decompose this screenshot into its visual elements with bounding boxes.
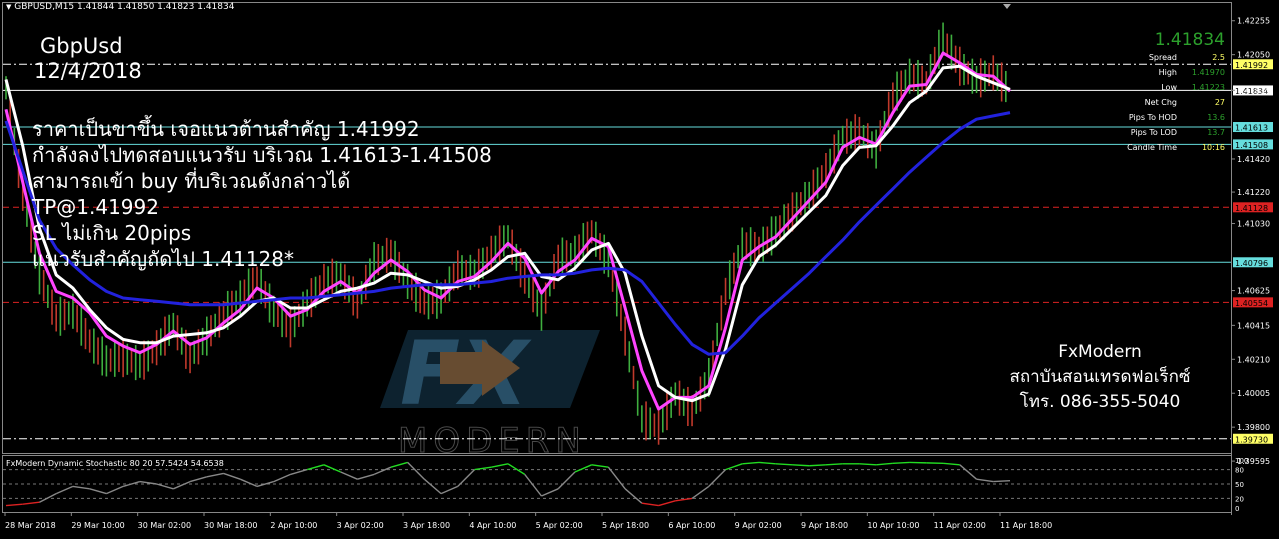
- brand-tagline: สถาบันสอนเทรดฟอเร็กซ์: [1009, 367, 1191, 387]
- x-tick-label: 5 Apr 02:00: [536, 521, 583, 530]
- brand-phone: โทร. 086-355-5040: [1019, 392, 1181, 412]
- level-price-label: 1.39730: [1235, 435, 1268, 444]
- symbol-line: GBPUSD,M15 1.41844 1.41850 1.41823 1.418…: [14, 2, 235, 12]
- watermark-sub-text: MODERN: [398, 421, 587, 461]
- level-price-label: 1.41992: [1235, 61, 1268, 70]
- y-tick-label: 1.40415: [1237, 321, 1270, 330]
- fxmodern-watermark-logo: FX MODERN: [380, 322, 600, 462]
- stochastic-segment: [859, 463, 877, 466]
- analysis-line: SL ไม่เกิน 20pips: [32, 221, 192, 245]
- x-tick-label: 3 Apr 02:00: [337, 521, 384, 530]
- indicator-level-label: 50: [1235, 481, 1244, 489]
- y-tick-label: 1.40210: [1237, 355, 1270, 364]
- info-row-value: 27: [1214, 98, 1225, 107]
- y-tick-label: 1.42255: [1237, 17, 1270, 26]
- x-tick-label: 11 Apr 18:00: [1000, 521, 1052, 530]
- y-tick-label: 1.41220: [1237, 188, 1270, 197]
- y-tick-label: 1.41835: [1237, 86, 1270, 95]
- x-tick-label: 30 Mar 02:00: [138, 521, 191, 530]
- y-tick-label: 1.40625: [1237, 287, 1270, 296]
- stochastic-segment: [892, 461, 910, 465]
- info-row-label: High: [1158, 68, 1177, 77]
- x-tick-label: 10 Apr 10:00: [867, 521, 919, 530]
- stochastic-segment: [993, 479, 1011, 483]
- indicator-level-label: 80: [1235, 467, 1244, 475]
- info-row-label: Pips To HOD: [1128, 113, 1177, 122]
- info-row-label: Net Chg: [1144, 98, 1177, 107]
- info-row-label: Spread: [1148, 53, 1177, 62]
- y-tick-label: 1.40005: [1237, 389, 1270, 398]
- stochastic-segment: [775, 463, 793, 466]
- stochastic-segment: [809, 464, 826, 467]
- date-title: 12/4/2018: [34, 59, 142, 83]
- analysis-line: แนวรับสำคัญถัดไป 1.41128*: [32, 247, 295, 271]
- info-row-label: Pips To LOD: [1130, 128, 1177, 137]
- x-tick-label: 9 Apr 02:00: [735, 521, 782, 530]
- analysis-line: TP@1.41992: [32, 195, 159, 219]
- x-tick-label: 2 Apr 10:00: [270, 521, 317, 530]
- info-row-value: 10:16: [1201, 143, 1225, 152]
- stochastic-segment: [792, 464, 810, 467]
- level-price-label: 1.40796: [1235, 259, 1268, 268]
- y-tick-label: 1.41420: [1237, 155, 1270, 164]
- analysis-line: กำลังลงไปทดสอบแนวรับ บริเวณ 1.41613-1.41…: [32, 143, 492, 167]
- stochastic-segment: [825, 463, 843, 466]
- info-row-value: 13.6: [1207, 113, 1225, 122]
- info-row: Net Chg 27: [1090, 95, 1225, 110]
- info-row: Candle Time 10:16: [1090, 140, 1225, 155]
- info-row: High 1.41970: [1090, 65, 1225, 80]
- info-panel: 1.41834 Spread 2.5 High 1.41970 Low 1.41223 Ne…: [1090, 30, 1225, 155]
- symbol-header: ▼ GBPUSD,M15 1.41844 1.41850 1.41823 1.4…: [6, 2, 234, 12]
- info-row-value: 13.7: [1207, 128, 1225, 137]
- x-tick-label: 6 Apr 10:00: [668, 521, 715, 530]
- analysis-line: ราคาเป็นขาขึ้น เจอแนวต้านสำคัญ 1.41992: [32, 117, 420, 141]
- level-price-label: 1.41128: [1235, 204, 1268, 213]
- level-price-label: 1.41613: [1235, 124, 1268, 133]
- info-row-label: Candle Time: [1127, 143, 1177, 152]
- brand-block: FxModern สถาบันสอนเทรดฟอเร็กซ์ โทร. 086-…: [960, 340, 1240, 415]
- x-tick-label: 5 Apr 18:00: [602, 521, 649, 530]
- y-tick-label: 1.41030: [1237, 220, 1270, 229]
- x-tick-label: 4 Apr 10:00: [469, 521, 516, 530]
- info-row: Spread 2.5: [1090, 50, 1225, 65]
- indicator-label: FxModern Dynamic Stochastic 80 20 57.542…: [6, 459, 224, 468]
- level-price-label: 1.40554: [1235, 299, 1268, 308]
- current-price: 1.41834: [1154, 30, 1225, 50]
- title-block: GbpUsd 12/4/2018: [34, 34, 142, 84]
- indicator-level-label: 0: [1235, 505, 1239, 513]
- chart-menu-icon[interactable]: ▼: [6, 3, 11, 11]
- info-row-value: 1.41970: [1191, 68, 1225, 77]
- info-row-value: 2.5: [1212, 53, 1225, 62]
- info-row-value: 1.41223: [1191, 83, 1225, 92]
- x-tick-label: 11 Apr 02:00: [934, 521, 986, 530]
- x-tick-label: 9 Apr 18:00: [801, 521, 848, 530]
- analysis-line: สามารถเข้า buy ที่บริเวณดังกล่าวได้: [32, 169, 351, 193]
- info-row: Pips To LOD 13.7: [1090, 125, 1225, 140]
- x-tick-label: 29 Mar 10:00: [71, 521, 124, 530]
- x-tick-label: 28 Mar 2018: [5, 521, 56, 530]
- y-tick-label: 1.39800: [1237, 423, 1270, 432]
- info-row: Pips To HOD 13.6: [1090, 110, 1225, 125]
- info-row: Low 1.41223: [1090, 80, 1225, 95]
- brand-name: FxModern: [1058, 342, 1142, 362]
- analysis-text-block: ราคาเป็นขาขึ้น เจอแนวต้านสำคัญ 1.41992 ก…: [32, 116, 492, 272]
- level-price-label: 1.41508: [1235, 141, 1268, 150]
- indicator-level-label: 20: [1235, 495, 1244, 503]
- x-tick-label: 3 Apr 18:00: [403, 521, 450, 530]
- info-row-label: Low: [1161, 83, 1177, 92]
- pair-title: GbpUsd: [40, 34, 123, 58]
- x-tick-label: 30 Mar 18:00: [204, 521, 257, 530]
- indicator-level-label: 100: [1235, 457, 1248, 465]
- y-tick-label: 1.42050: [1237, 51, 1270, 60]
